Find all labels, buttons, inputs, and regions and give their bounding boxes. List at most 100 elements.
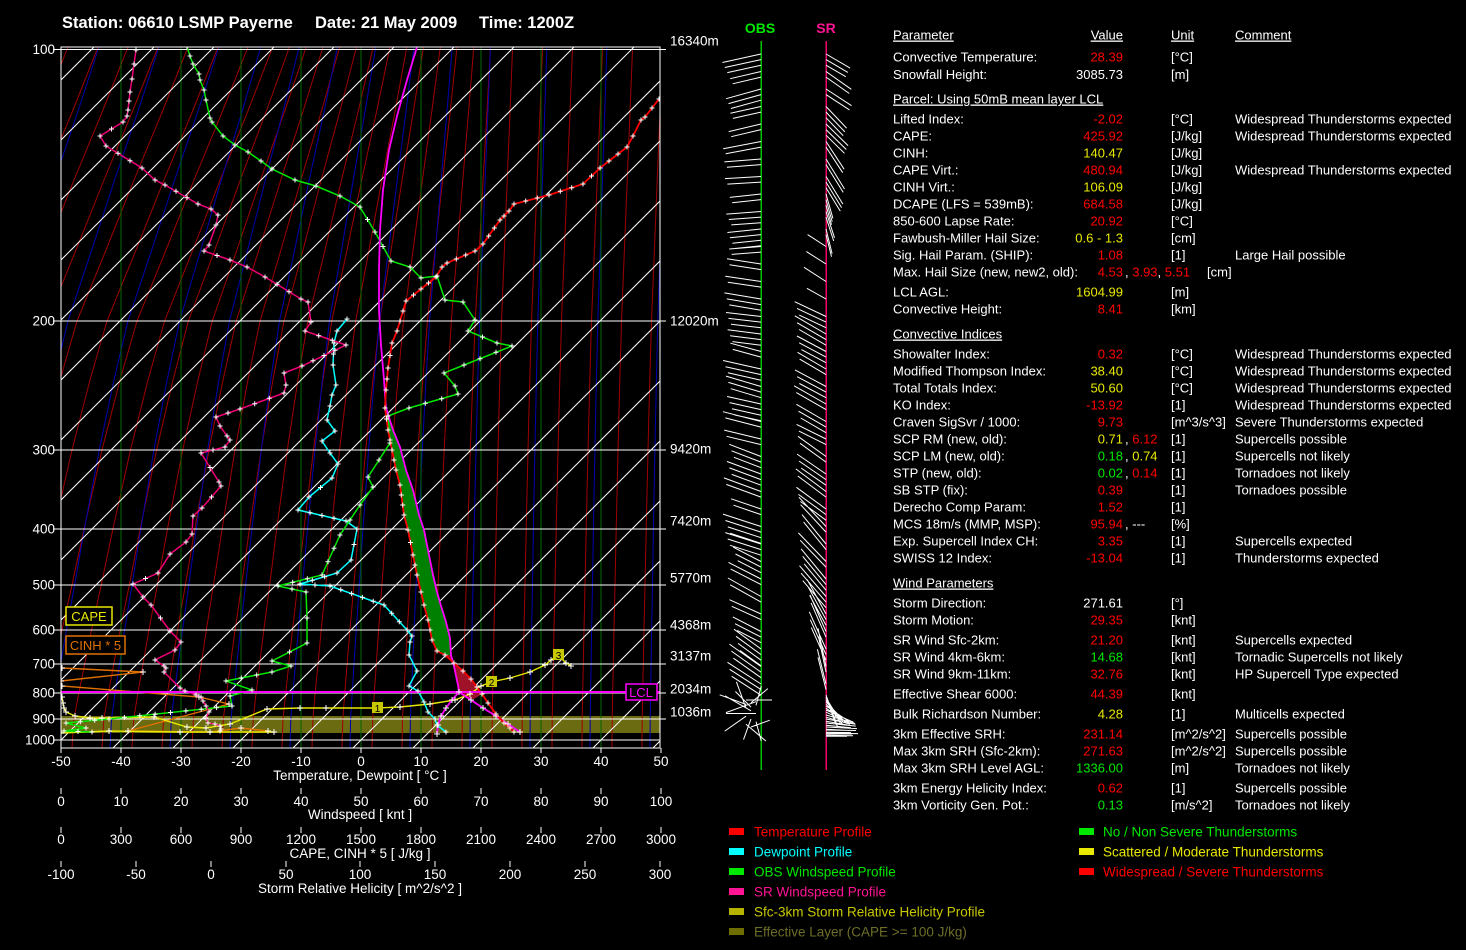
svg-text:Value: Value (1091, 28, 1123, 43)
svg-text:[1]: [1] (1171, 449, 1185, 464)
svg-text:SR Wind Sfc-2km:: SR Wind Sfc-2km: (893, 633, 999, 648)
svg-text:231.14: 231.14 (1083, 727, 1123, 742)
svg-text:LCL AGL:: LCL AGL: (893, 285, 949, 300)
svg-text:4.28: 4.28 (1098, 707, 1123, 722)
svg-text:Storm Direction:: Storm Direction: (893, 596, 986, 611)
svg-text:30: 30 (233, 794, 248, 809)
svg-text:[cm]: [cm] (1171, 231, 1196, 246)
svg-text:4368m: 4368m (670, 618, 711, 633)
svg-text:2400: 2400 (526, 832, 556, 847)
svg-text:[m]: [m] (1171, 285, 1189, 300)
svg-text:Supercells possible: Supercells possible (1235, 744, 1347, 759)
svg-text:Max 3km SRH (Sfc-2km):: Max 3km SRH (Sfc-2km): (893, 744, 1040, 759)
svg-text:0.62: 0.62 (1098, 781, 1123, 796)
svg-text:1: 1 (375, 704, 381, 715)
svg-text:16340m: 16340m (670, 34, 719, 49)
svg-text:Bulk Richardson Number:: Bulk Richardson Number: (893, 707, 1041, 722)
svg-text:Fawbush-Miller Hail Size:: Fawbush-Miller Hail Size: (893, 231, 1040, 246)
svg-text:[1]: [1] (1171, 466, 1185, 481)
svg-text:140.47: 140.47 (1083, 146, 1123, 161)
svg-text:1036m: 1036m (670, 705, 711, 720)
svg-text:800: 800 (32, 686, 55, 701)
svg-text:Max. Hail Size (new, new2, old: Max. Hail Size (new, new2, old): (893, 265, 1078, 280)
svg-text:Parameter: Parameter (893, 28, 954, 43)
svg-text:1500: 1500 (346, 832, 376, 847)
svg-text:40: 40 (593, 754, 608, 769)
svg-text:50: 50 (653, 754, 668, 769)
svg-text:-40: -40 (111, 754, 131, 769)
svg-text:-50: -50 (126, 867, 146, 882)
svg-text:LCL: LCL (629, 685, 653, 700)
svg-text:20.92: 20.92 (1090, 214, 1123, 229)
svg-text:900: 900 (230, 832, 253, 847)
svg-text:Widespread Thunderstorms expec: Widespread Thunderstorms expected (1235, 398, 1452, 413)
svg-text:OBS Windspeed Profile: OBS Windspeed Profile (754, 865, 896, 880)
svg-text:SR Wind 9km-11km:: SR Wind 9km-11km: (893, 667, 1011, 682)
svg-text:1.52: 1.52 (1098, 500, 1123, 515)
svg-text:900: 900 (32, 712, 55, 727)
svg-text:1604.99: 1604.99 (1076, 285, 1123, 300)
svg-text:Craven SigSvr / 1000:: Craven SigSvr / 1000: (893, 415, 1020, 430)
svg-text:0.32: 0.32 (1098, 347, 1123, 362)
svg-text:[1]: [1] (1171, 534, 1185, 549)
svg-text:0.13: 0.13 (1098, 798, 1123, 813)
svg-text:425.92: 425.92 (1083, 129, 1123, 144)
svg-text:No / Non Severe Thunderstorms: No / Non Severe Thunderstorms (1103, 825, 1297, 840)
svg-text:Supercells expected: Supercells expected (1235, 633, 1352, 648)
svg-text:Station: 06610 LSMP Payerne: Station: 06610 LSMP Payerne (62, 14, 293, 32)
svg-text:[knt]: [knt] (1171, 613, 1196, 628)
svg-text:[1]: [1] (1171, 500, 1185, 515)
svg-text:SWISS 12 Index:: SWISS 12 Index: (893, 551, 992, 566)
svg-text:CAPE Virt.:: CAPE Virt.: (893, 163, 959, 178)
svg-text:Sig. Hail Param. (SHIP):: Sig. Hail Param. (SHIP): (893, 248, 1033, 263)
svg-text:[km]: [km] (1171, 302, 1196, 317)
svg-text:, 3.93, 5.51: , 3.93, 5.51 (1125, 265, 1190, 280)
svg-text:[°C]: [°C] (1171, 112, 1193, 127)
svg-text:CINH Virt.:: CINH Virt.: (893, 180, 955, 195)
svg-text:Multicells expected: Multicells expected (1235, 707, 1345, 722)
svg-text:106.09: 106.09 (1083, 180, 1123, 195)
svg-text:0.18: 0.18 (1098, 449, 1123, 464)
svg-text:[J/kg]: [J/kg] (1171, 146, 1202, 161)
svg-text:271.63: 271.63 (1083, 744, 1123, 759)
svg-text:95.94: 95.94 (1090, 517, 1123, 532)
svg-text:, 0.14: , 0.14 (1125, 466, 1158, 481)
svg-text:[m^2/s^2]: [m^2/s^2] (1171, 727, 1226, 742)
svg-text:CINH * 5: CINH * 5 (70, 638, 121, 653)
svg-text:0.6 - 1.3: 0.6 - 1.3 (1075, 231, 1123, 246)
svg-text:2034m: 2034m (670, 682, 711, 697)
svg-text:[°C]: [°C] (1171, 50, 1193, 65)
svg-text:600: 600 (170, 832, 193, 847)
svg-text:480.94: 480.94 (1083, 163, 1123, 178)
svg-text:Supercells possible: Supercells possible (1235, 727, 1347, 742)
svg-text:[°C]: [°C] (1171, 214, 1193, 229)
svg-text:Storm Motion:: Storm Motion: (893, 613, 974, 628)
svg-text:[1]: [1] (1171, 432, 1185, 447)
svg-text:28.39: 28.39 (1090, 50, 1123, 65)
svg-text:[knt]: [knt] (1171, 687, 1196, 702)
svg-text:-100: -100 (47, 867, 74, 882)
svg-text:Widespread Thunderstorms expec: Widespread Thunderstorms expected (1235, 347, 1452, 362)
svg-text:Severe Thunderstorms expected: Severe Thunderstorms expected (1235, 415, 1423, 430)
svg-text:Widespread Thunderstorms expec: Widespread Thunderstorms expected (1235, 364, 1452, 379)
svg-text:2700: 2700 (586, 832, 616, 847)
svg-text:1000: 1000 (25, 733, 55, 748)
svg-text:-50: -50 (51, 754, 71, 769)
svg-text:29.35: 29.35 (1090, 613, 1123, 628)
svg-text:Exp. Supercell Index CH:: Exp. Supercell Index CH: (893, 534, 1038, 549)
svg-text:[m]: [m] (1171, 67, 1189, 82)
svg-text:[knt]: [knt] (1171, 633, 1196, 648)
svg-text:Temperature, Dewpoint [ °C ]: Temperature, Dewpoint [ °C ] (273, 768, 446, 783)
svg-text:0.02: 0.02 (1098, 466, 1123, 481)
svg-text:14.68: 14.68 (1090, 650, 1123, 665)
svg-text:-20: -20 (231, 754, 251, 769)
svg-text:DCAPE (LFS = 539mB):: DCAPE (LFS = 539mB): (893, 197, 1034, 212)
svg-text:1200: 1200 (286, 832, 316, 847)
svg-text:200: 200 (499, 867, 522, 882)
svg-text:CAPE: CAPE (71, 609, 107, 624)
svg-text:80: 80 (533, 794, 548, 809)
svg-text:STP (new, old):: STP (new, old): (893, 466, 982, 481)
svg-text:1800: 1800 (406, 832, 436, 847)
svg-text:684.58: 684.58 (1083, 197, 1123, 212)
svg-text:2: 2 (489, 678, 495, 689)
